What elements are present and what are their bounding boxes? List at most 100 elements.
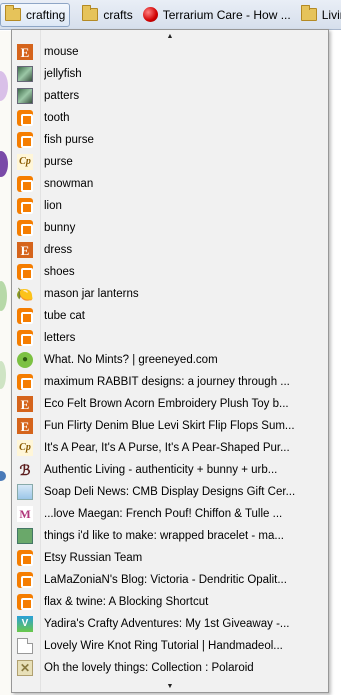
- menu-item[interactable]: ℬ Authentic Living - authenticity + bunny…: [12, 459, 328, 481]
- etsy-icon: E: [17, 242, 33, 258]
- polaroid-icon: ✕: [17, 660, 33, 676]
- menu-item[interactable]: jellyfish: [12, 63, 328, 85]
- background-decoration: [0, 151, 8, 177]
- blogger-icon: [17, 110, 33, 126]
- menu-item-label: jellyfish: [44, 68, 82, 80]
- menu-item-label: ...love Maegan: French Pouf! Chiffon & T…: [44, 508, 283, 520]
- green-icon: [17, 528, 33, 544]
- bookmark-folder-menu: ▲ Emouse jellyfish patters tooth fish pu…: [11, 29, 329, 693]
- menu-item-label: maximum RABBIT designs: a journey throug…: [44, 376, 290, 388]
- photo-icon: [17, 88, 33, 104]
- menu-item[interactable]: snowman: [12, 173, 328, 195]
- bookmark-folder-livin[interactable]: Livin: [297, 3, 341, 27]
- blogger-icon: [17, 330, 33, 346]
- bookmark-folder-crafting[interactable]: crafting: [0, 2, 71, 27]
- scroll-down-arrow[interactable]: ▼: [12, 681, 328, 691]
- menu-item-label: patters: [44, 90, 80, 102]
- menu-item[interactable]: maximum RABBIT designs: a journey throug…: [12, 371, 328, 393]
- cp-icon: Cp: [17, 440, 33, 456]
- bookmark-folder-label: crafts: [103, 7, 133, 22]
- menu-item[interactable]: flax & twine: A Blocking Shortcut: [12, 591, 328, 613]
- lemon-icon: 🍋: [16, 286, 34, 302]
- photo-icon: [17, 66, 33, 82]
- menu-item[interactable]: Cp purse: [12, 151, 328, 173]
- bookmark-folder-crafts[interactable]: crafts: [78, 3, 136, 27]
- bunny-icon: ℬ: [19, 462, 31, 478]
- menu-item-label: tube cat: [44, 310, 85, 322]
- menu-item[interactable]: shoes: [12, 261, 328, 283]
- background-decoration: [0, 71, 8, 101]
- menu-item-label: fish purse: [44, 134, 94, 146]
- m-icon: M: [17, 506, 33, 522]
- menu-item-label: LaMaZoniaN's Blog: Victoria - Dendritic …: [44, 574, 287, 586]
- menu-item[interactable]: Lovely Wire Knot Ring Tutorial | Handmad…: [12, 635, 328, 657]
- v-icon: V: [17, 616, 33, 632]
- blogger-icon: [17, 220, 33, 236]
- menu-item[interactable]: lion: [12, 195, 328, 217]
- menu-item-label: Fun Flirty Denim Blue Levi Skirt Flip Fl…: [44, 420, 295, 432]
- blogger-icon: [17, 132, 33, 148]
- soap-icon: [17, 484, 33, 500]
- scroll-up-arrow[interactable]: ▲: [12, 31, 328, 41]
- blogger-icon: [17, 176, 33, 192]
- menu-item-label: dress: [44, 244, 73, 256]
- menu-item[interactable]: bunny: [12, 217, 328, 239]
- menu-item-label: mason jar lanterns: [44, 288, 139, 300]
- menu-item[interactable]: Emouse: [12, 41, 328, 63]
- menu-item-label: Authentic Living - authenticity + bunny …: [44, 464, 278, 476]
- menu-item-label: mouse: [44, 46, 79, 58]
- bookmark-folder-label: Livin: [321, 7, 341, 22]
- page-icon: [17, 638, 33, 654]
- blogger-icon: [17, 374, 33, 390]
- menu-item[interactable]: fish purse: [12, 129, 328, 151]
- blogger-icon: [17, 594, 33, 610]
- blogger-icon: [17, 572, 33, 588]
- menu-item[interactable]: Soap Deli News: CMB Display Designs Gift…: [12, 481, 328, 503]
- menu-item[interactable]: ● What. No Mints? | greeneyed.com: [12, 349, 328, 371]
- menu-item[interactable]: tube cat: [12, 305, 328, 327]
- menu-item-label: Oh the lovely things: Collection : Polar…: [44, 662, 254, 674]
- menu-item[interactable]: things i'd like to make: wrapped bracele…: [12, 525, 328, 547]
- background-decoration: [0, 361, 6, 389]
- red-ball-icon: [142, 7, 158, 22]
- bookmark-label: Terrarium Care - How ...: [162, 7, 291, 22]
- blogger-icon: [17, 308, 33, 324]
- menu-item[interactable]: Cp It's A Pear, It's A Purse, It's A Pear…: [12, 437, 328, 459]
- etsy-icon: E: [17, 418, 33, 434]
- etsy-icon: E: [17, 44, 33, 60]
- menu-item[interactable]: V Yadira's Crafty Adventures: My 1st Give…: [12, 613, 328, 635]
- menu-item[interactable]: LaMaZoniaN's Blog: Victoria - Dendritic …: [12, 569, 328, 591]
- menu-items: Emouse jellyfish patters tooth fish purs…: [12, 41, 328, 679]
- menu-item-label: flax & twine: A Blocking Shortcut: [44, 596, 209, 608]
- menu-item[interactable]: E Eco Felt Brown Acorn Embroidery Plush T…: [12, 393, 328, 415]
- menu-item-label: Eco Felt Brown Acorn Embroidery Plush To…: [44, 398, 289, 410]
- menu-item[interactable]: tooth: [12, 107, 328, 129]
- menu-item[interactable]: Edress: [12, 239, 328, 261]
- menu-item-label: lion: [44, 200, 62, 212]
- bookmark-terrarium-care[interactable]: Terrarium Care - How ...: [139, 3, 295, 27]
- menu-item[interactable]: Etsy Russian Team: [12, 547, 328, 569]
- blogger-icon: [17, 198, 33, 214]
- menu-item[interactable]: letters: [12, 327, 328, 349]
- menu-item[interactable]: ✕ Oh the lovely things: Collection : Pola…: [12, 657, 328, 679]
- menu-item-label: shoes: [44, 266, 75, 278]
- menu-item[interactable]: patters: [12, 85, 328, 107]
- menu-item-label: Yadira's Crafty Adventures: My 1st Givea…: [44, 618, 290, 630]
- menu-item-label: tooth: [44, 112, 70, 124]
- folder-icon: [300, 5, 317, 21]
- menu-item-label: Lovely Wire Knot Ring Tutorial | Handmad…: [44, 640, 283, 652]
- background-decoration: [0, 281, 7, 311]
- menu-item-label: Soap Deli News: CMB Display Designs Gift…: [44, 486, 296, 498]
- menu-item[interactable]: E Fun Flirty Denim Blue Levi Skirt Flip F…: [12, 415, 328, 437]
- menu-item-label: snowman: [44, 178, 94, 190]
- menu-item-label: What. No Mints? | greeneyed.com: [44, 354, 218, 366]
- menu-item[interactable]: M ...love Maegan: French Pouf! Chiffon & …: [12, 503, 328, 525]
- menu-item-label: letters: [44, 332, 76, 344]
- menu-item[interactable]: 🍋 mason jar lanterns: [12, 283, 328, 305]
- menu-item-label: It's A Pear, It's A Purse, It's A Pear-S…: [44, 442, 290, 454]
- menu-item-label: purse: [44, 156, 73, 168]
- background-decoration: [0, 471, 6, 481]
- menu-item-label: bunny: [44, 222, 76, 234]
- folder-icon: [5, 5, 21, 21]
- bookmark-folder-label: crafting: [26, 7, 66, 22]
